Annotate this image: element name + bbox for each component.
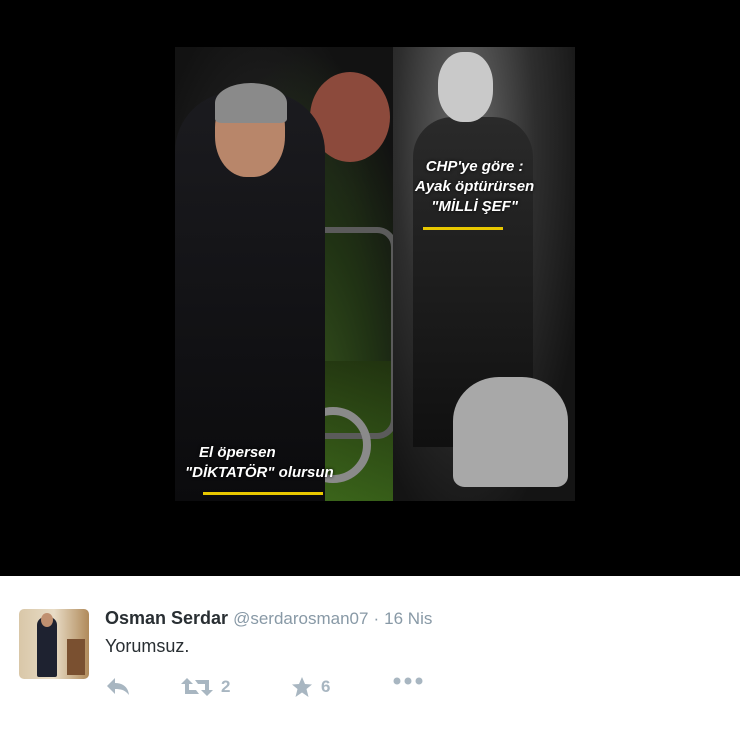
star-icon bbox=[292, 677, 312, 697]
favorite-button[interactable]: 6 bbox=[291, 676, 330, 698]
caption-right: CHP'ye göre : Ayak öptürürsen "MİLLİ ŞEF… bbox=[415, 157, 534, 217]
avatar-head bbox=[41, 613, 53, 627]
caption-right-line2: Ayak öptürürsen bbox=[415, 178, 535, 195]
retweet-button[interactable]: 2 bbox=[181, 676, 230, 698]
reply-icon bbox=[107, 678, 129, 695]
tweet-header: Osman Serdar @serdarosman07 · 16 Nis bbox=[105, 608, 432, 629]
favorite-count: 6 bbox=[321, 677, 331, 696]
left-photo: El öpersen "DİKTATÖR" olursun bbox=[175, 47, 393, 501]
kneeling-figure bbox=[453, 377, 568, 487]
tweet-timestamp[interactable]: 16 Nis bbox=[384, 609, 432, 628]
retweet-count: 2 bbox=[221, 677, 231, 696]
caption-left-line1: El öpersen bbox=[199, 444, 276, 461]
caption-left-line2: "DİKTATÖR" olursun bbox=[185, 464, 334, 481]
caption-left-underline bbox=[203, 492, 323, 495]
header-separator: · bbox=[373, 609, 380, 628]
caption-left: El öpersen "DİKTATÖR" olursun bbox=[185, 443, 334, 483]
tweet-media[interactable]: El öpersen "DİKTATÖR" olursun CHP'ye gör… bbox=[0, 0, 740, 576]
author-name[interactable]: Osman Serdar bbox=[105, 608, 228, 628]
caption-right-underline bbox=[423, 227, 503, 230]
tweet: Osman Serdar @serdarosman07 · 16 Nis Yor… bbox=[0, 576, 740, 734]
more-button[interactable] bbox=[393, 676, 423, 686]
reply-button[interactable] bbox=[105, 676, 131, 696]
avatar-furniture bbox=[67, 639, 85, 675]
author-handle[interactable]: @serdarosman07 bbox=[233, 609, 368, 628]
right-photo: CHP'ye göre : Ayak öptürürsen "MİLLİ ŞEF… bbox=[393, 47, 575, 501]
caption-right-line1: CHP'ye göre : bbox=[425, 158, 524, 175]
caption-right-line3: "MİLLİ ŞEF" bbox=[431, 198, 518, 215]
retweet-icon bbox=[181, 678, 213, 696]
tweet-text: Yorumsuz. bbox=[105, 636, 190, 656]
man-hair bbox=[215, 83, 287, 123]
avatar[interactable] bbox=[19, 609, 89, 679]
standing-man-head bbox=[438, 52, 493, 122]
more-dots-icon bbox=[393, 677, 423, 685]
